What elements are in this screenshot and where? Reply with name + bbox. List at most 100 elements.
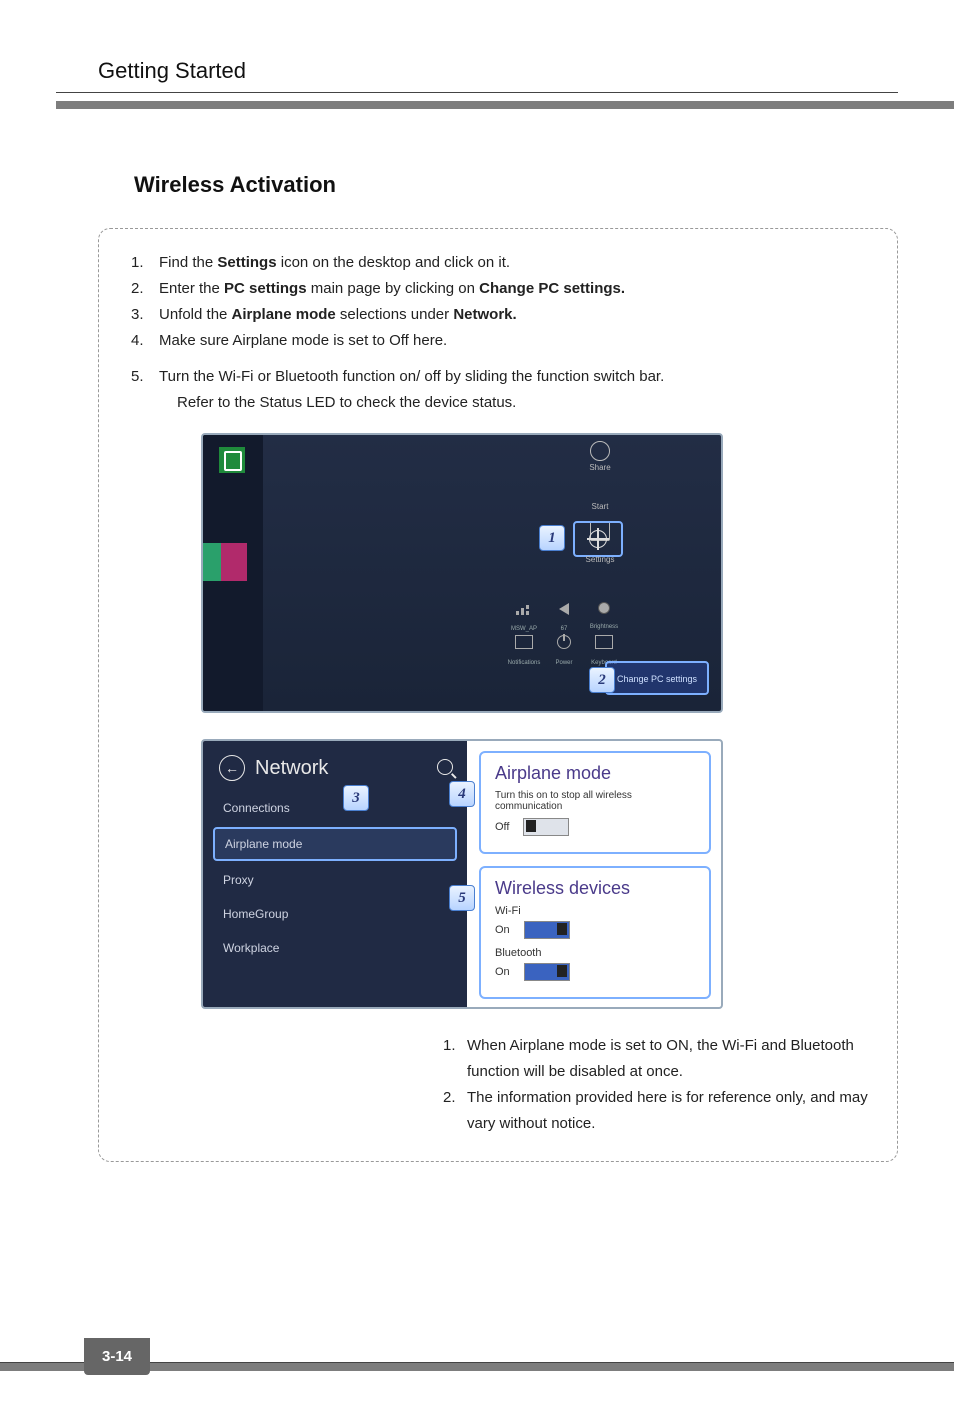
- step-text: Enter the PC settings main page by click…: [159, 277, 883, 301]
- nav-item-proxy[interactable]: Proxy: [203, 863, 467, 897]
- arrow-left-icon: ←: [225, 760, 239, 776]
- toggle-state-label: Off: [495, 821, 509, 833]
- page-number: 3-14: [84, 1338, 150, 1375]
- toggle-state-label: On: [495, 924, 510, 936]
- nav-item-connections[interactable]: Connections: [203, 791, 467, 825]
- gear-icon: [589, 530, 607, 548]
- step-number: 4.: [113, 329, 159, 353]
- step-text: Find the Settings icon on the desktop an…: [159, 251, 883, 275]
- signal-icon: [516, 603, 532, 615]
- step-text: Unfold the Airplane mode selections unde…: [159, 303, 883, 327]
- callout-1: 1: [539, 525, 565, 551]
- instruction-box: 1. Find the Settings icon on the desktop…: [98, 228, 898, 1162]
- wifi-row: Wi-Fi: [495, 905, 695, 917]
- settings-nav: ← Network Connections Airplane mode Prox…: [203, 741, 467, 1007]
- notifications-icon: [515, 635, 533, 649]
- quick-volume[interactable]: 67: [547, 603, 581, 629]
- quick-brightness[interactable]: Brightness: [587, 603, 621, 629]
- step-4: 4. Make sure Airplane mode is set to Off…: [113, 329, 883, 353]
- divider-thick: [56, 101, 954, 109]
- note-text: When Airplane mode is set to ON, the Wi-…: [467, 1033, 883, 1085]
- wireless-devices-panel: Wireless devices Wi-Fi On Bluetooth On: [479, 866, 711, 999]
- divider: [56, 92, 898, 93]
- device-label: Wi-Fi: [495, 905, 555, 917]
- airplane-toggle-row: Off: [495, 818, 695, 836]
- figure-charms-bar: Share Start Settings 1 MSW_AP: [201, 433, 723, 1009]
- step-5: 5. Turn the Wi-Fi or Bluetooth function …: [113, 365, 883, 389]
- charm-label: Share: [589, 463, 610, 472]
- settings-content: Airplane mode Turn this on to stop all w…: [479, 751, 711, 1009]
- callout-3: 3: [343, 785, 369, 811]
- start-tiles-strip: [203, 435, 263, 711]
- nav-header: ← Network: [203, 755, 467, 791]
- airplane-mode-panel: Airplane mode Turn this on to stop all w…: [479, 751, 711, 854]
- panel-title: Wireless devices: [495, 878, 695, 899]
- power-icon: [557, 635, 571, 649]
- note-number: 1.: [443, 1033, 467, 1085]
- volume-icon: [559, 603, 569, 615]
- note-1: 1. When Airplane mode is set to ON, the …: [443, 1033, 883, 1085]
- back-button[interactable]: ←: [219, 755, 245, 781]
- callout-4: 4: [449, 781, 475, 807]
- callout-5: 5: [449, 885, 475, 911]
- step-1: 1. Find the Settings icon on the desktop…: [113, 251, 883, 275]
- step-2: 2. Enter the PC settings main page by cl…: [113, 277, 883, 301]
- start-icon: [591, 482, 609, 500]
- keyboard-icon: [595, 635, 613, 649]
- panel-title: Airplane mode: [495, 763, 695, 784]
- toggle-state-label: On: [495, 966, 510, 978]
- search-icon[interactable]: [437, 759, 453, 775]
- step-number: 2.: [113, 277, 159, 301]
- quick-settings-grid: MSW_AP 67 Brightness Notifications Power…: [507, 603, 621, 661]
- step-5-subtext: Refer to the Status LED to check the dev…: [177, 391, 883, 415]
- step-number: 3.: [113, 303, 159, 327]
- nav-item-airplane-mode[interactable]: Airplane mode: [213, 827, 457, 861]
- toggle-knob-icon: [557, 923, 567, 935]
- share-icon: [590, 441, 610, 461]
- tile-app-icon: [203, 543, 221, 581]
- bluetooth-row: Bluetooth: [495, 947, 695, 959]
- quick-keyboard[interactable]: Keyboard: [587, 635, 621, 661]
- wifi-toggle-row: On: [495, 921, 695, 939]
- note-text: The information provided here is for ref…: [467, 1085, 883, 1137]
- charm-start[interactable]: Start: [579, 482, 621, 511]
- note-2: 2. The information provided here is for …: [443, 1085, 883, 1137]
- wifi-toggle[interactable]: [524, 921, 570, 939]
- step-number: 5.: [113, 365, 159, 389]
- quick-notifications[interactable]: Notifications: [507, 635, 541, 661]
- step-number: 1.: [113, 251, 159, 275]
- callout-2: 2: [589, 667, 615, 693]
- page-header: Getting Started: [98, 58, 898, 92]
- step-text: Turn the Wi-Fi or Bluetooth function on/…: [159, 365, 883, 389]
- tile-app-icon: [219, 447, 245, 473]
- page-footer: 3-14: [0, 1356, 954, 1371]
- quick-network[interactable]: MSW_AP: [507, 603, 541, 629]
- screenshot-network-settings: ← Network Connections Airplane mode Prox…: [201, 739, 723, 1009]
- instruction-list: 1. Find the Settings icon on the desktop…: [113, 251, 883, 353]
- step-3: 3. Unfold the Airplane mode selections u…: [113, 303, 883, 327]
- manual-page: Getting Started Wireless Activation 1. F…: [0, 0, 954, 1411]
- device-label: Bluetooth: [495, 947, 555, 959]
- charm-settings-highlight[interactable]: [573, 521, 623, 557]
- note-number: 2.: [443, 1085, 467, 1137]
- change-pc-settings-link[interactable]: Change PC settings: [605, 661, 709, 695]
- notes-list: 1. When Airplane mode is set to ON, the …: [443, 1033, 883, 1137]
- section-name: Getting Started: [98, 58, 898, 92]
- bluetooth-toggle[interactable]: [524, 963, 570, 981]
- panel-description: Turn this on to stop all wireless commun…: [495, 790, 695, 812]
- charm-label: Start: [592, 502, 609, 511]
- page-title: Wireless Activation: [134, 172, 898, 198]
- charm-share[interactable]: Share: [579, 441, 621, 472]
- airplane-mode-toggle[interactable]: [523, 818, 569, 836]
- nav-item-homegroup[interactable]: HomeGroup: [203, 897, 467, 931]
- instruction-list-2: 5. Turn the Wi-Fi or Bluetooth function …: [113, 365, 883, 389]
- nav-title: Network: [255, 757, 328, 780]
- quick-power[interactable]: Power: [547, 635, 581, 661]
- bluetooth-toggle-row: On: [495, 963, 695, 981]
- nav-item-workplace[interactable]: Workplace: [203, 931, 467, 965]
- screenshot-settings-charm: Share Start Settings 1 MSW_AP: [201, 433, 723, 713]
- charm-label: Settings: [577, 555, 623, 564]
- brightness-icon: [599, 603, 609, 613]
- toggle-knob-icon: [526, 820, 536, 832]
- toggle-knob-icon: [557, 965, 567, 977]
